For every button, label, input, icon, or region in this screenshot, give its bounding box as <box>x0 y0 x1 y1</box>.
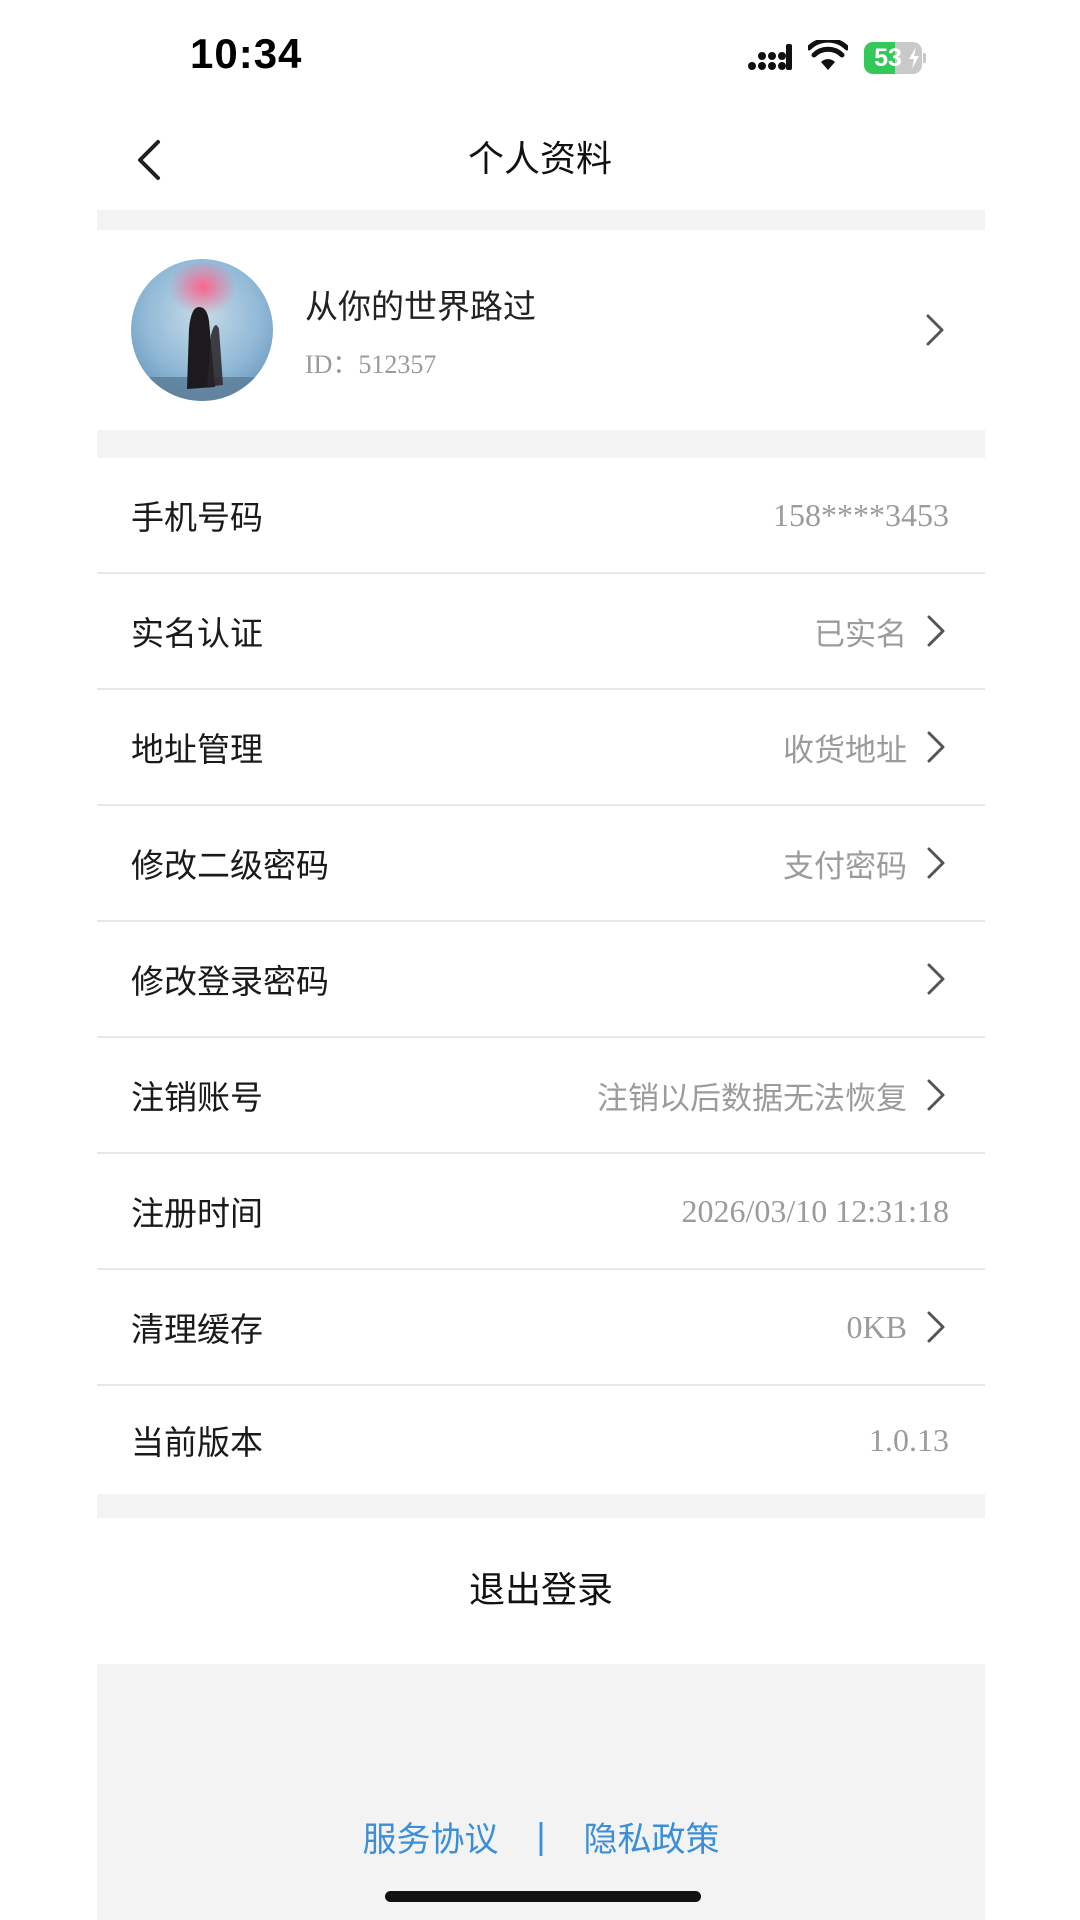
profile-card[interactable]: 从你的世界路过 ID：512357 <box>97 230 985 430</box>
row-address-management[interactable]: 地址管理 收货地址 <box>97 690 985 806</box>
row-value: 158****3453 <box>773 496 949 533</box>
row-value: 支付密码 <box>783 848 907 885</box>
home-indicator[interactable] <box>385 1891 701 1902</box>
row-label: 当前版本 <box>131 1423 263 1462</box>
row-value: 收货地址 <box>783 732 907 769</box>
chevron-right-icon <box>927 847 945 879</box>
cellular-signal-icon <box>748 44 792 70</box>
battery-level: 53 <box>874 44 902 72</box>
row-value: 已实名 <box>814 616 907 653</box>
chevron-right-icon <box>927 1079 945 1111</box>
row-login-password[interactable]: 修改登录密码 <box>97 922 985 1038</box>
row-label: 手机号码 <box>131 498 263 537</box>
row-value: 0KB <box>846 1308 907 1345</box>
section-divider <box>97 430 985 458</box>
chevron-right-icon <box>926 314 944 346</box>
footer-links: 服务协议 | 隐私政策 <box>97 1812 985 1861</box>
row-label: 注销账号 <box>131 1078 263 1117</box>
battery-cap <box>923 53 926 63</box>
wifi-icon <box>808 40 848 70</box>
privacy-policy-link[interactable]: 隐私政策 <box>584 1812 720 1861</box>
row-label: 清理缓存 <box>131 1310 263 1349</box>
nav-bar: 个人资料 <box>0 110 1080 210</box>
status-time: 10:34 <box>190 30 303 77</box>
back-button[interactable] <box>120 130 180 190</box>
row-label: 实名认证 <box>131 614 263 653</box>
row-cancel-account[interactable]: 注销账号 注销以后数据无法恢复 <box>97 1038 985 1154</box>
logout-button[interactable]: 退出登录 <box>97 1518 985 1664</box>
row-label: 地址管理 <box>131 730 263 769</box>
service-agreement-link[interactable]: 服务协议 <box>362 1812 498 1861</box>
section-divider <box>97 210 985 230</box>
row-secondary-password[interactable]: 修改二级密码 支付密码 <box>97 806 985 922</box>
user-id: ID：512357 <box>305 350 437 379</box>
chevron-right-icon <box>927 963 945 995</box>
avatar <box>131 259 273 401</box>
charging-bolt-icon <box>909 47 919 69</box>
row-current-version: 当前版本 1.0.13 <box>97 1386 985 1494</box>
row-label: 注册时间 <box>131 1194 263 1233</box>
row-clear-cache[interactable]: 清理缓存 0KB <box>97 1270 985 1386</box>
nickname: 从你的世界路过 <box>305 287 536 326</box>
chevron-right-icon <box>927 615 945 647</box>
battery-charging-icon: 53 <box>864 42 926 74</box>
profile-settings-screen: 10:34 53 个人资料 从你的世界路过 ID：512357 手机号码 158… <box>0 0 1080 1920</box>
footer: 服务协议 | 隐私政策 <box>97 1664 985 1920</box>
status-bar: 10:34 53 <box>0 0 1080 110</box>
row-value: 注销以后数据无法恢复 <box>597 1080 907 1117</box>
row-value: 1.0.13 <box>869 1421 949 1458</box>
chevron-right-icon <box>927 731 945 763</box>
row-registration-time: 注册时间 2026/03/10 12:31:18 <box>97 1154 985 1270</box>
row-value: 2026/03/10 12:31:18 <box>681 1192 949 1229</box>
chevron-right-icon <box>927 1311 945 1343</box>
row-label: 修改登录密码 <box>131 962 329 1001</box>
row-real-name-verification[interactable]: 实名认证 已实名 <box>97 574 985 690</box>
row-phone-number: 手机号码 158****3453 <box>97 458 985 574</box>
footer-separator: | <box>535 1816 547 1857</box>
row-label: 修改二级密码 <box>131 846 329 885</box>
section-divider <box>97 1494 985 1518</box>
